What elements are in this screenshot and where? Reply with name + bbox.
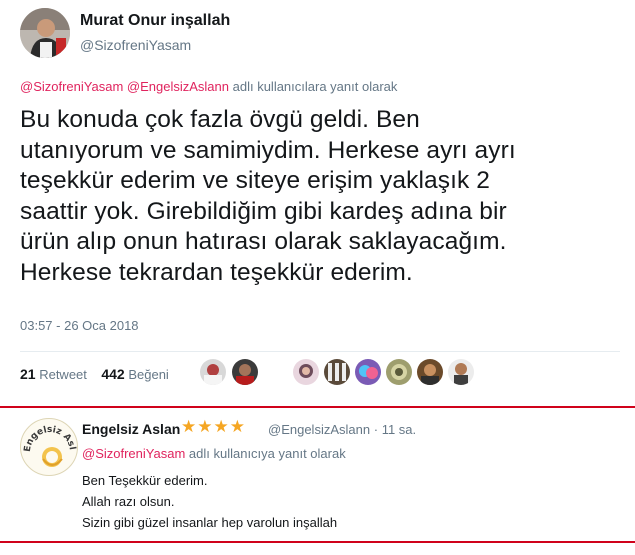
liker-avatar[interactable] bbox=[232, 359, 258, 385]
tweet-text-line: ürün alıp onun hatırası olarak saklayaca… bbox=[20, 228, 507, 255]
liker-photo-icon bbox=[200, 359, 226, 385]
mention-link[interactable]: @EngelsizAslann bbox=[127, 79, 229, 94]
red-separator bbox=[0, 541, 635, 543]
liker-photo-icon bbox=[293, 359, 319, 385]
tweet-text-line: saattir yok. Girebildiğim gibi kardeş ad… bbox=[20, 197, 507, 225]
reply-context: @SizofreniYasam adlı kullanıcıya yanıt o… bbox=[82, 446, 346, 461]
reply-text: Ben Teşekkür ederim. Allah razı olsun. S… bbox=[82, 470, 337, 533]
liker-avatar[interactable] bbox=[386, 359, 412, 385]
retweet-stat[interactable]: 21 Retweet bbox=[20, 366, 87, 382]
liker-avatar[interactable] bbox=[417, 359, 443, 385]
tweet-text: Bu konuda çok fazla övgü geldi. Ben utan… bbox=[20, 105, 625, 288]
star-icons: ★★★★ bbox=[181, 417, 246, 436]
tweet-text-line: teşekkür ederim ve siteye erişim yaklaşı… bbox=[20, 167, 490, 194]
tweet-text-line: utanıyorum ve samimiydim. Herkese ayrı a… bbox=[20, 136, 516, 164]
liker-avatar[interactable] bbox=[324, 359, 350, 385]
reply-context-label: adlı kullanıcılara yanıt olarak bbox=[232, 79, 398, 94]
liker-photo-icon bbox=[448, 359, 474, 385]
retweet-count: 21 bbox=[20, 366, 36, 382]
reply-text-line: Sizin gibi güzel insanlar hep varolun in… bbox=[82, 515, 338, 530]
liker-avatar[interactable] bbox=[448, 359, 474, 385]
liker-avatar[interactable] bbox=[293, 359, 319, 385]
reply-context: @SizofreniYasam @EngelsizAslann adlı kul… bbox=[20, 79, 397, 94]
display-name[interactable]: Murat Onur inşallah bbox=[80, 12, 230, 30]
reply-context-label: adlı kullanıcıya yanıt olarak bbox=[188, 446, 346, 461]
reply-text-line: Allah razı olsun. bbox=[82, 494, 175, 509]
mention-link[interactable]: @SizofreniYasam bbox=[82, 446, 185, 461]
tweet-timestamp[interactable]: 03:57 - 26 Oca 2018 bbox=[20, 318, 139, 333]
tweet-text-line: Bu konuda çok fazla övgü geldi. Ben bbox=[20, 106, 420, 133]
reply-meta: @EngelsizAslann · 11 sa. bbox=[268, 422, 416, 437]
tweet-card: Murat Onur inşallah @SizofreniYasam @Siz… bbox=[0, 0, 635, 400]
liker-photo-icon bbox=[386, 359, 412, 385]
mention-link[interactable]: @SizofreniYasam bbox=[20, 79, 123, 94]
liker-avatar[interactable] bbox=[200, 359, 226, 385]
reply-display-name[interactable]: Engelsiz Aslan bbox=[82, 421, 180, 437]
liker-photo-icon bbox=[232, 359, 258, 385]
reply-time[interactable]: 11 sa. bbox=[382, 422, 416, 437]
user-handle[interactable]: @SizofreniYasam bbox=[80, 37, 191, 53]
user-avatar[interactable] bbox=[20, 8, 70, 58]
divider bbox=[20, 351, 620, 352]
reply-tweet: Engelsiz Aslan Engelsiz Aslan ★★★★ @Enge… bbox=[0, 408, 635, 541]
liker-photo-icon bbox=[355, 359, 381, 385]
retweet-label: Retweet bbox=[39, 367, 87, 382]
reply-handle[interactable]: @EngelsizAslann bbox=[268, 422, 370, 437]
avatar-photo-icon bbox=[20, 8, 70, 58]
liker-photo-icon bbox=[324, 359, 350, 385]
liker-avatar[interactable] bbox=[355, 359, 381, 385]
tweet-text-line: Herkese tekrardan teşekkür ederim. bbox=[20, 258, 413, 286]
like-stat[interactable]: 442 Beğeni bbox=[101, 366, 169, 382]
like-label: Beğeni bbox=[128, 367, 169, 382]
reply-avatar[interactable]: Engelsiz Aslan bbox=[20, 418, 78, 476]
lion-logo-icon: Engelsiz Aslan bbox=[21, 419, 77, 467]
tweet-stats: 21 Retweet 442 Beğeni bbox=[20, 366, 169, 382]
meta-separator: · bbox=[373, 422, 379, 437]
liker-photo-icon bbox=[417, 359, 443, 385]
reply-text-line: Ben Teşekkür ederim. bbox=[82, 473, 208, 488]
like-count: 442 bbox=[101, 366, 125, 382]
